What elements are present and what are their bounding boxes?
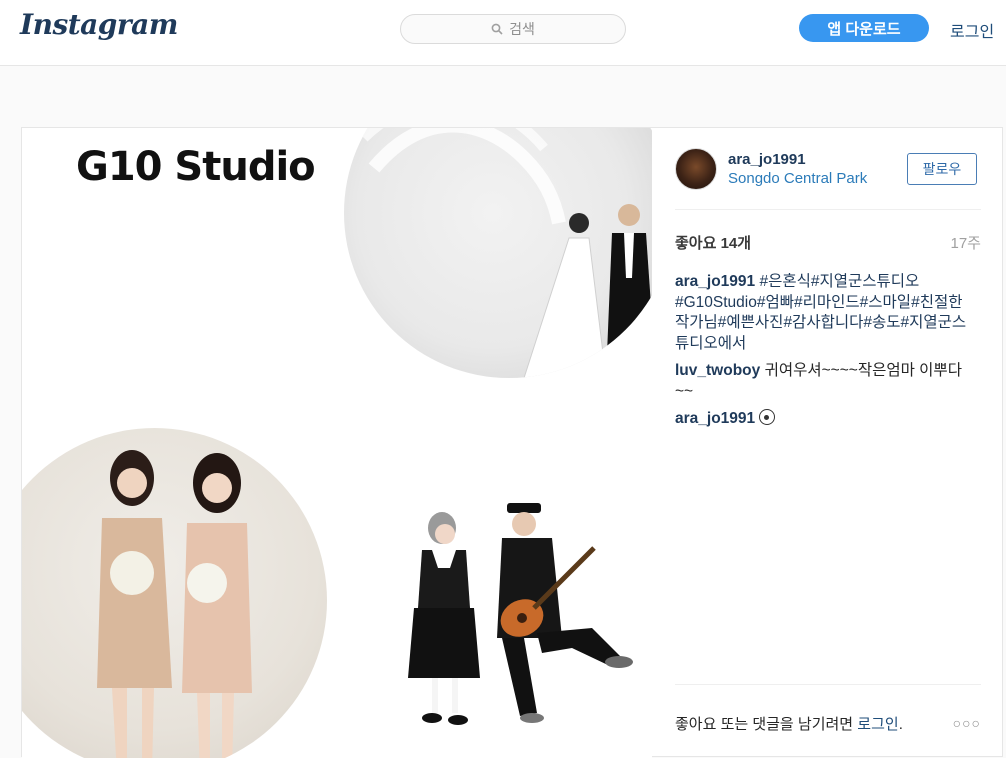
friends-photo-circle bbox=[22, 428, 327, 758]
footer-login-link[interactable]: 로그인 bbox=[857, 716, 898, 733]
avatar[interactable] bbox=[675, 148, 717, 190]
wedding-photo-circle bbox=[344, 128, 652, 378]
comment-item: ara_jo1991 bbox=[675, 409, 975, 430]
download-app-button[interactable]: 앱 다운로드 bbox=[799, 14, 929, 42]
login-prompt-period: . bbox=[898, 716, 903, 733]
search-input[interactable]: 검색 bbox=[400, 14, 626, 44]
instagram-logo[interactable]: Instagram bbox=[20, 8, 178, 41]
image-brand-text: G10 Studio bbox=[76, 144, 316, 190]
post-side-panel: ara_jo1991 Songdo Central Park 팔로우 좋아요 1… bbox=[653, 128, 1003, 758]
login-link[interactable]: 로그인 bbox=[950, 18, 994, 42]
comment-username[interactable]: luv_twoboy bbox=[675, 362, 760, 379]
comment-item: luv_twoboy 귀여우셔~~~~작은엄마 이뿌다~~ bbox=[675, 361, 975, 402]
top-navigation: Instagram 검색 앱 다운로드 로그인 bbox=[0, 0, 1006, 66]
comment-username[interactable]: ara_jo1991 bbox=[675, 273, 755, 290]
surprised-face-icon bbox=[759, 409, 776, 425]
comment-list: ara_jo1991 #은혼식#지열군스튜디오#G10Studio#엄빠#리마인… bbox=[675, 272, 975, 437]
search-icon bbox=[491, 23, 503, 35]
post-footer: 좋아요 또는 댓글을 남기려면 로그인. ○○○ bbox=[675, 684, 981, 758]
likes-row: 좋아요 14개 17주 bbox=[675, 232, 981, 253]
post-image[interactable]: G10 Studio bbox=[22, 128, 652, 758]
comment-item: ara_jo1991 #은혼식#지열군스튜디오#G10Studio#엄빠#리마인… bbox=[675, 272, 975, 354]
login-prompt-text: 좋아요 또는 댓글을 남기려면 bbox=[675, 716, 858, 733]
post-header: ara_jo1991 Songdo Central Park 팔로우 bbox=[675, 148, 981, 210]
author-username[interactable]: ara_jo1991 bbox=[728, 151, 806, 168]
couple-guitar-photo bbox=[362, 408, 652, 758]
comment-username[interactable]: ara_jo1991 bbox=[675, 410, 755, 427]
post-location[interactable]: Songdo Central Park bbox=[728, 170, 867, 187]
post-age[interactable]: 17주 bbox=[951, 232, 982, 253]
like-count[interactable]: 좋아요 14개 bbox=[675, 232, 751, 253]
post-card: G10 Studio ara_jo1991 Songdo Central Par… bbox=[21, 127, 1003, 758]
search-placeholder: 검색 bbox=[509, 21, 535, 37]
follow-button[interactable]: 팔로우 bbox=[907, 153, 977, 185]
login-prompt: 좋아요 또는 댓글을 남기려면 로그인. bbox=[675, 713, 903, 734]
more-options-icon[interactable]: ○○○ bbox=[953, 715, 981, 731]
